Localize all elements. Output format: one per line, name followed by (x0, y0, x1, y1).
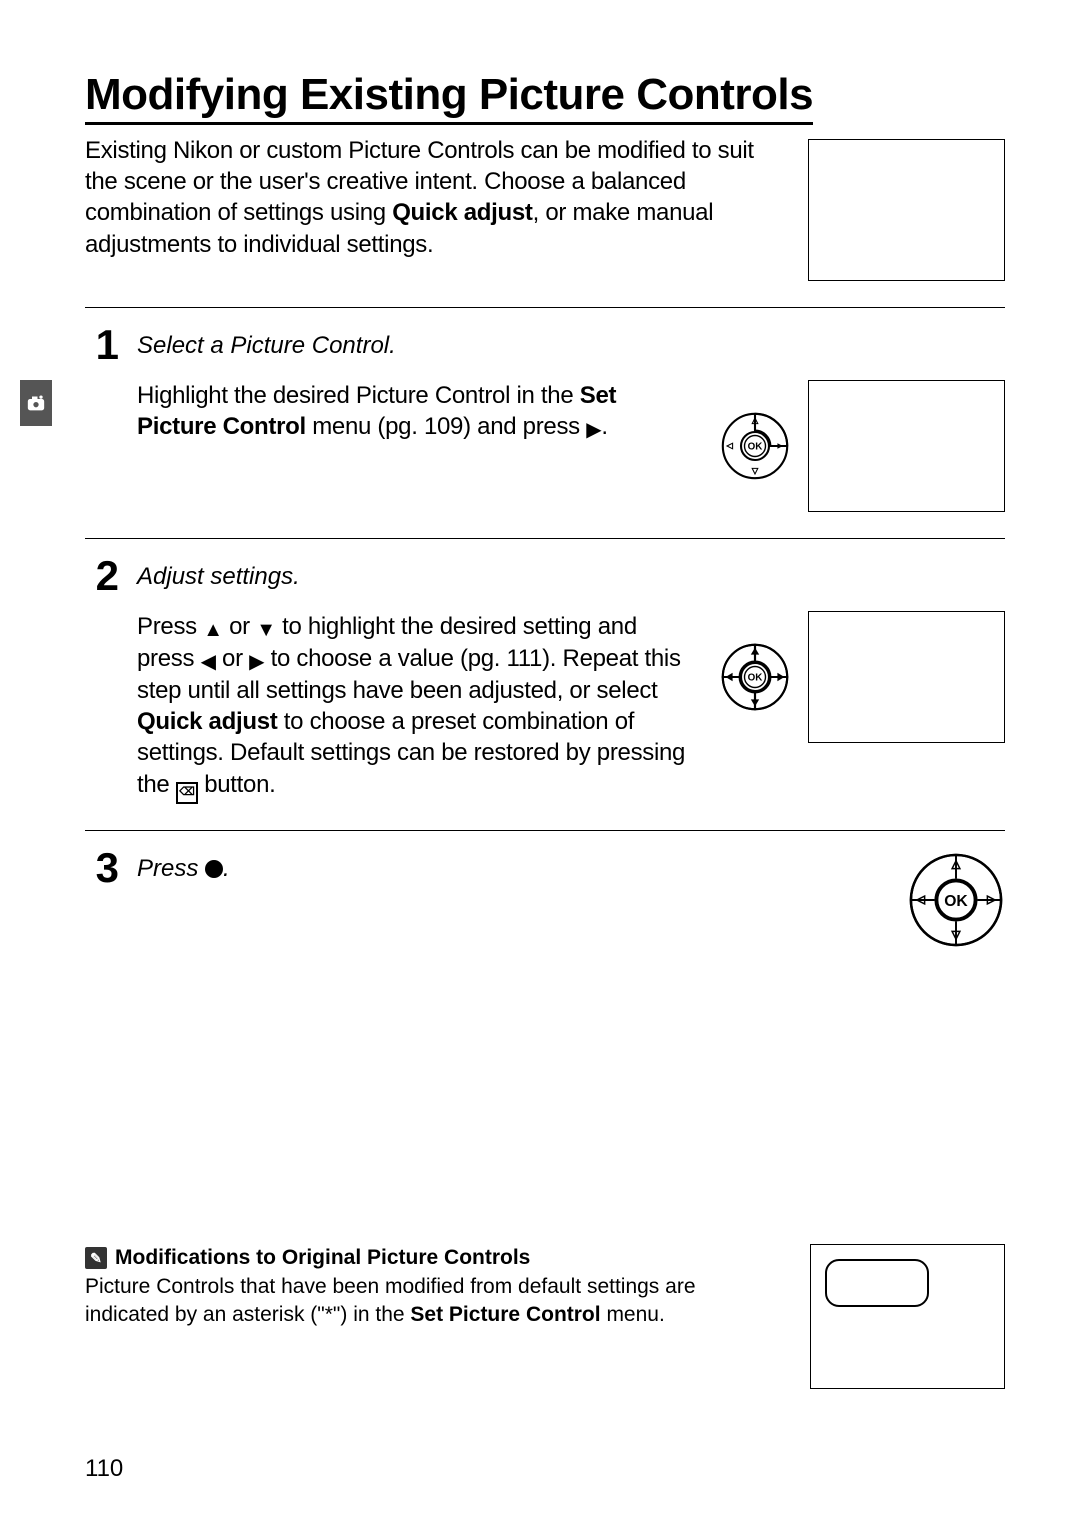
section-tab-camera-icon (20, 380, 52, 426)
screen-placeholder (810, 1244, 1005, 1389)
multi-selector-right-icon: OK (720, 411, 790, 481)
s2-bold-quick-adjust: Quick adjust (137, 708, 277, 735)
svg-text:OK: OK (944, 892, 968, 909)
step-1: 1 Select a Picture Control. Highlight th… (85, 328, 1005, 512)
svg-text:OK: OK (748, 442, 763, 453)
highlight-indicator (825, 1259, 929, 1307)
s2b: or (223, 613, 256, 640)
step-3: 3 Press . OK (85, 851, 1005, 949)
s3b: . (223, 855, 230, 882)
divider (85, 538, 1005, 539)
note-bold: Set Picture Control (410, 1303, 600, 1326)
s3a: Press (137, 855, 205, 882)
step-text: Press ▲ or ▼ to highlight the desired se… (137, 611, 700, 804)
screen-placeholder (808, 380, 1005, 512)
note-title: Modifications to Original Picture Contro… (115, 1244, 530, 1271)
step1-text-b: menu (pg. 109) and press (306, 413, 586, 440)
note-b: menu. (601, 1303, 665, 1326)
multi-selector-ok-icon: OK (907, 851, 1005, 949)
trash-button-icon: ⌫ (176, 782, 198, 804)
step-2: 2 Adjust settings. Press ▲ or ▼ to highl… (85, 559, 1005, 804)
multi-selector-all-icon: OK (720, 642, 790, 712)
intro-section: Existing Nikon or custom Picture Control… (85, 135, 1005, 281)
page-number: 110 (85, 1455, 123, 1483)
up-triangle-icon: ▲ (203, 619, 223, 641)
step-heading: Press . (137, 855, 887, 883)
manual-page: Modifying Existing Picture Controls Exis… (0, 0, 1080, 1529)
right-triangle-icon: ▶ (249, 651, 264, 673)
note-section: ✎ Modifications to Original Picture Cont… (85, 1244, 1005, 1389)
step-number: 3 (85, 847, 119, 889)
divider (85, 830, 1005, 831)
page-title: Modifying Existing Picture Controls (85, 70, 813, 125)
s2d: or (216, 645, 249, 672)
svg-text:OK: OK (748, 673, 763, 684)
ok-center-button-icon (205, 860, 223, 878)
step-number: 1 (85, 324, 119, 366)
intro-text: Existing Nikon or custom Picture Control… (85, 135, 778, 260)
divider (85, 307, 1005, 308)
s2g: button. (198, 771, 276, 798)
right-triangle-icon: ▶ (586, 419, 601, 441)
note-icon: ✎ (85, 1247, 107, 1269)
illustration-placeholder (808, 139, 1005, 281)
step-number: 2 (85, 555, 119, 597)
step-heading: Adjust settings. (137, 563, 1005, 591)
step1-text-c: . (601, 413, 607, 440)
intro-bold-quick-adjust: Quick adjust (392, 199, 532, 226)
step-text: Highlight the desired Picture Control in… (137, 380, 700, 443)
screen-placeholder (808, 611, 1005, 743)
down-triangle-icon: ▼ (256, 619, 276, 641)
step-heading: Select a Picture Control. (137, 332, 1005, 360)
step1-text-a: Highlight the desired Picture Control in… (137, 382, 580, 409)
left-triangle-icon: ◀ (201, 651, 216, 673)
s2a: Press (137, 613, 203, 640)
